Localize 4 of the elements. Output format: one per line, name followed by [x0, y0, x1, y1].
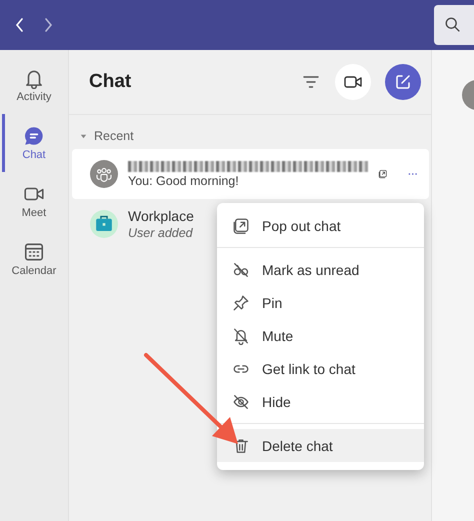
chat-name: Workplace [128, 208, 194, 224]
chat-preview: User added [128, 226, 193, 240]
panel-title: Chat [89, 71, 132, 93]
chat-preview: You: Good morning! [128, 174, 239, 188]
